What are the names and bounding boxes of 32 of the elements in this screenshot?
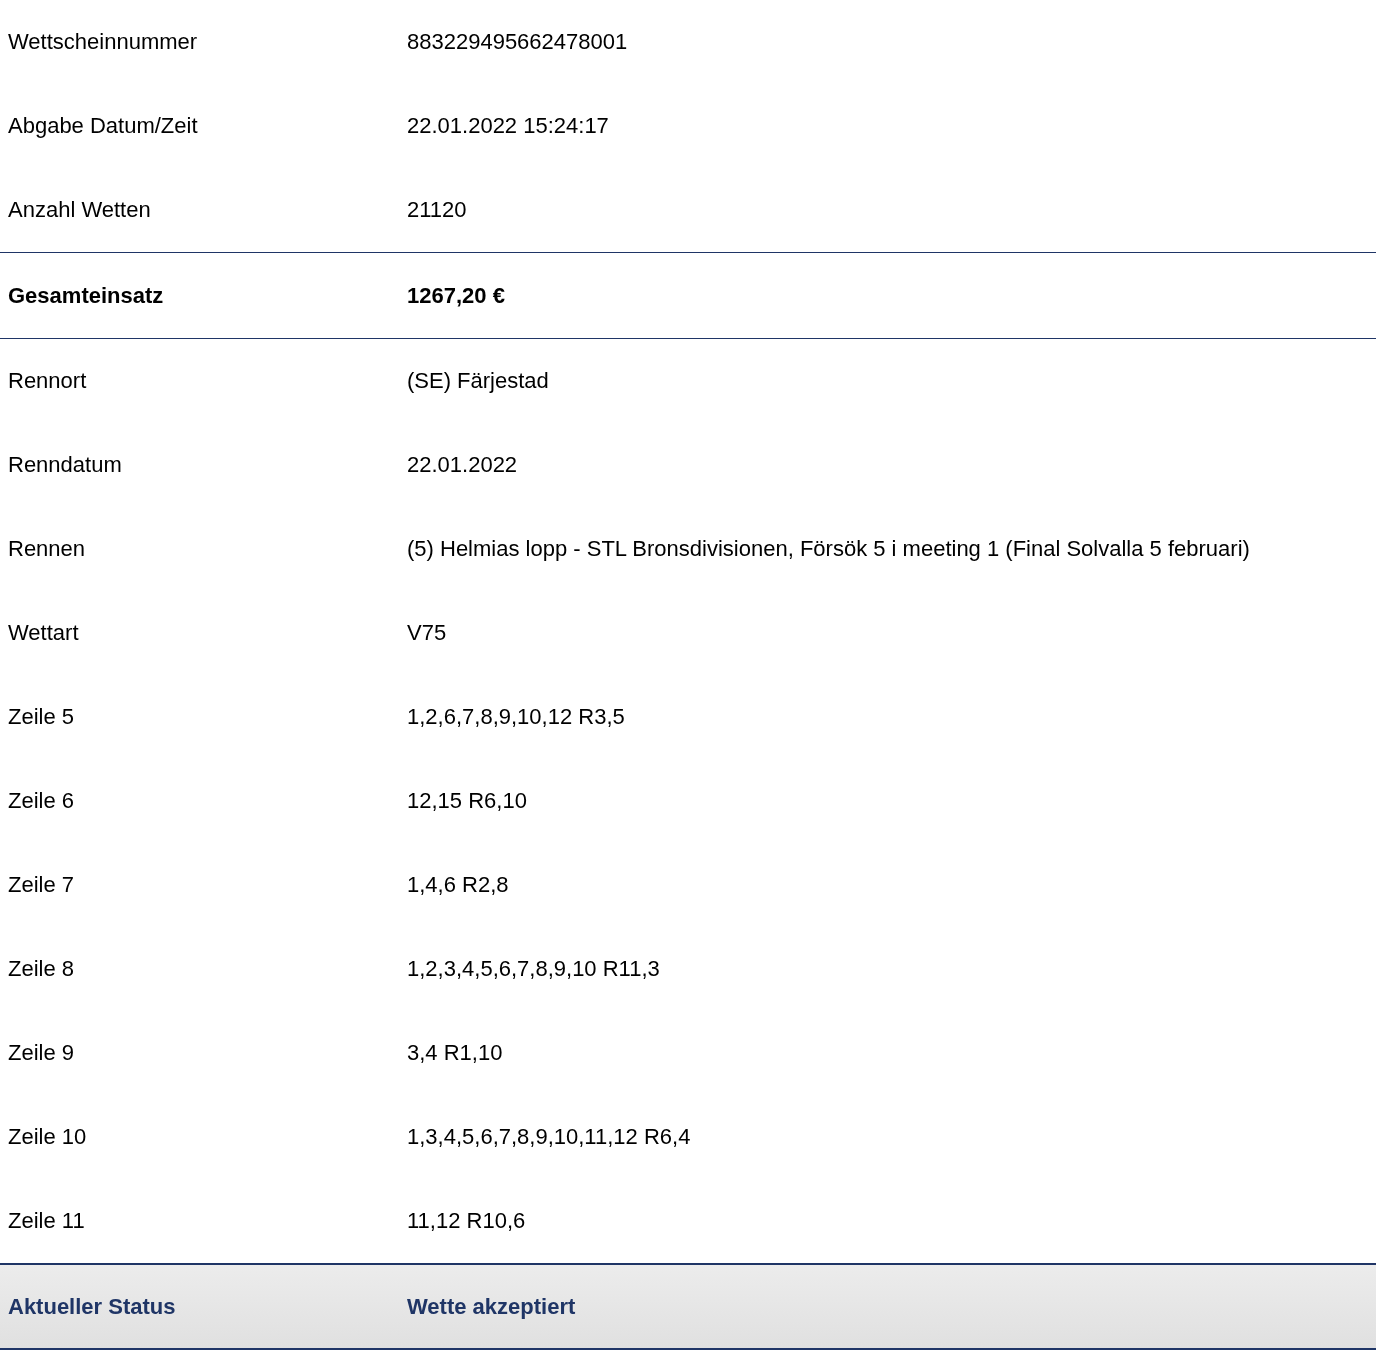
row-label: Renndatum — [7, 452, 123, 478]
row-value: 1,3,4,5,6,7,8,9,10,11,12 R6,4 — [407, 1124, 691, 1150]
row-value: 12,15 R6,10 — [407, 788, 527, 814]
row-value: 22.01.2022 15:24:17 — [407, 113, 609, 139]
row-label: Abgabe Datum/Zeit — [7, 113, 199, 139]
row-value: (SE) Färjestad — [407, 368, 549, 394]
row-value: 1,2,3,4,5,6,7,8,9,10 R11,3 — [407, 956, 660, 982]
row-label: Zeile 9 — [7, 1040, 76, 1066]
row-value: Wette akzeptiert — [407, 1293, 576, 1320]
row-label: Rennen — [7, 536, 87, 562]
row-label: Wettart — [7, 620, 80, 646]
row-label: Wettscheinnummer — [7, 29, 199, 55]
row-value: 1,2,6,7,8,9,10,12 R3,5 — [407, 704, 625, 730]
row-value: (5) Helmias lopp - STL Bronsdivisionen, Försök 5 i meeting 1 (Final Solvalla 5 februari) — [407, 536, 1250, 562]
row-value: V75 — [407, 620, 447, 646]
row-label: Anzahl Wetten — [7, 197, 152, 223]
row-label: Gesamteinsatz — [7, 282, 165, 309]
row-label: Zeile 8 — [7, 956, 76, 982]
row-value: 3,4 R1,10 — [407, 1040, 503, 1066]
row-value: 22.01.2022 — [407, 452, 518, 478]
row-value: 1,4,6 R2,8 — [407, 872, 509, 898]
row-value: 883229495662478001 — [407, 29, 628, 55]
row-label: Zeile 11 — [7, 1208, 86, 1234]
row-value: 21120 — [407, 197, 467, 223]
row-label: Aktueller Status — [7, 1293, 177, 1320]
row-value: 1267,20 € — [407, 282, 505, 309]
row-label: Zeile 10 — [7, 1124, 88, 1150]
row-label: Zeile 5 — [7, 704, 76, 730]
row-label: Zeile 7 — [7, 872, 76, 898]
row-label: Zeile 6 — [7, 788, 76, 814]
row-value: 11,12 R10,6 — [407, 1208, 526, 1234]
row-label: Rennort — [7, 368, 88, 394]
